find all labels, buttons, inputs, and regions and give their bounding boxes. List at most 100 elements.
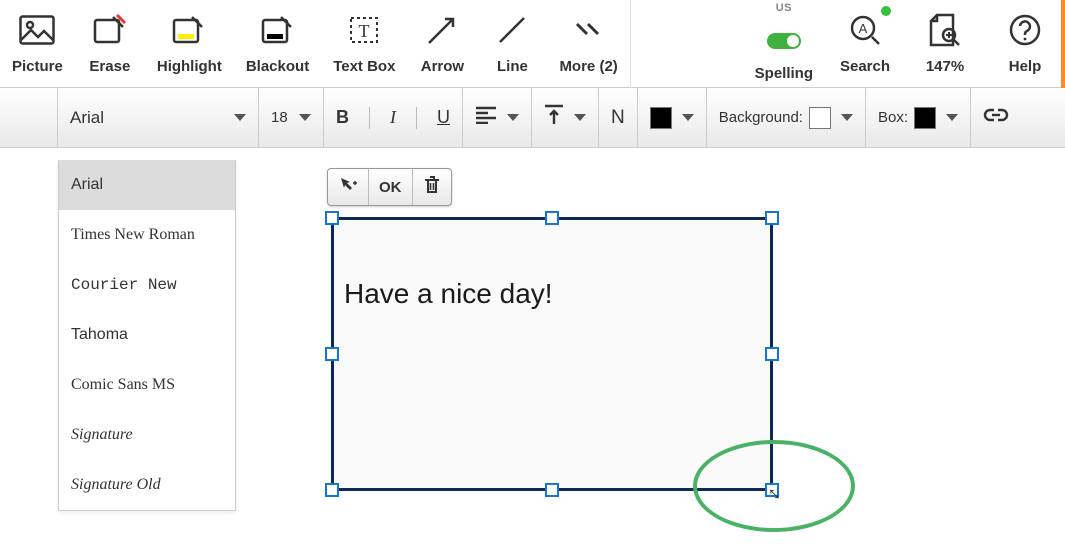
search-status-dot xyxy=(881,6,891,16)
font-option-signature-old[interactable]: Signature Old xyxy=(59,460,235,510)
textbox-mini-toolbar: OK xyxy=(327,168,452,206)
align-top-icon xyxy=(544,104,564,131)
font-option-comic[interactable]: Comic Sans MS xyxy=(59,360,235,410)
resize-handle-tl[interactable] xyxy=(325,211,339,225)
move-icon xyxy=(338,175,358,199)
arrow-button[interactable]: Arrow xyxy=(407,0,477,88)
toolbar-edit-group: Picture Erase Highlight xyxy=(0,0,631,88)
link-button[interactable] xyxy=(971,88,1021,147)
search-button[interactable]: A Search xyxy=(825,0,905,88)
font-style-group: B I U xyxy=(324,88,463,147)
resize-handle-tr[interactable] xyxy=(765,211,779,225)
toolbar-util-group: US Spelling A Search xyxy=(743,0,1065,88)
zoom-button[interactable]: 147% xyxy=(905,0,985,88)
line-button[interactable]: Line xyxy=(477,0,547,88)
arrow-label: Arrow xyxy=(421,58,464,75)
resize-handle-mr[interactable] xyxy=(765,347,779,361)
spelling-button[interactable]: US Spelling xyxy=(743,0,825,88)
zoom-icon xyxy=(923,8,967,52)
resize-handle-bl[interactable] xyxy=(325,483,339,497)
move-button[interactable] xyxy=(328,169,369,205)
textbox-label: Text Box xyxy=(333,58,395,75)
h-align-select[interactable] xyxy=(463,88,532,147)
font-family-select[interactable]: Arial xyxy=(58,88,259,147)
chevron-down-icon xyxy=(234,114,246,121)
help-button[interactable]: Help xyxy=(985,0,1065,88)
v-align-select[interactable] xyxy=(532,88,599,147)
background-color-swatch xyxy=(809,107,831,129)
erase-button[interactable]: Erase xyxy=(75,0,145,88)
box-color-select[interactable]: Box: xyxy=(866,88,971,147)
font-option-courier[interactable]: Courier New xyxy=(59,260,235,310)
help-label: Help xyxy=(1009,58,1042,75)
font-family-dropdown[interactable]: Arial Times New Roman Courier New Tahoma… xyxy=(58,160,236,511)
n-label: N xyxy=(611,107,625,129)
textbox-icon: T xyxy=(342,8,386,52)
text-color-select[interactable] xyxy=(638,88,707,147)
link-icon xyxy=(983,107,1009,128)
svg-text:T: T xyxy=(359,21,370,41)
spelling-toggle-icon xyxy=(762,20,806,59)
resize-handle-tm[interactable] xyxy=(545,211,559,225)
format-leading-cell xyxy=(0,88,58,147)
box-color-swatch xyxy=(914,107,936,129)
background-color-select[interactable]: Background: xyxy=(707,88,866,147)
chevron-down-icon xyxy=(841,114,853,121)
bold-button[interactable]: B xyxy=(336,107,349,128)
font-option-signature[interactable]: Signature xyxy=(59,410,235,460)
blackout-button[interactable]: Blackout xyxy=(234,0,321,88)
font-size-select[interactable]: 18 xyxy=(259,88,324,147)
textbox-button[interactable]: T Text Box xyxy=(321,0,407,88)
more-label: More (2) xyxy=(559,58,617,75)
box-label: Box: xyxy=(878,109,908,126)
background-label: Background: xyxy=(719,109,803,126)
separator xyxy=(369,107,370,129)
align-left-icon xyxy=(475,106,497,129)
zoom-label: 147% xyxy=(926,58,964,75)
highlight-button[interactable]: Highlight xyxy=(145,0,234,88)
main-toolbar: Picture Erase Highlight xyxy=(0,0,1065,88)
font-option-times[interactable]: Times New Roman xyxy=(59,210,235,260)
line-icon xyxy=(490,8,534,52)
textbox-selection[interactable]: Have a nice day! ↔ xyxy=(326,212,778,496)
chevron-down-icon xyxy=(682,114,694,121)
resize-handle-ml[interactable] xyxy=(325,347,339,361)
picture-button[interactable]: Picture xyxy=(0,0,75,88)
more-icon xyxy=(567,8,611,52)
delete-button[interactable] xyxy=(413,169,451,205)
separator xyxy=(416,107,417,129)
font-option-arial[interactable]: Arial xyxy=(59,160,235,210)
spelling-lang: US xyxy=(776,2,792,14)
chevron-down-icon xyxy=(299,114,311,121)
resize-handle-br[interactable] xyxy=(765,483,779,497)
resize-handle-bm[interactable] xyxy=(545,483,559,497)
chevron-down-icon xyxy=(507,114,519,121)
ok-button[interactable]: OK xyxy=(369,169,413,205)
picture-label: Picture xyxy=(12,58,63,75)
n-button[interactable]: N xyxy=(599,88,638,147)
line-label: Line xyxy=(497,58,528,75)
text-color-swatch xyxy=(650,107,672,129)
arrow-icon xyxy=(420,8,464,52)
highlight-label: Highlight xyxy=(157,58,222,75)
toggle-switch-icon xyxy=(767,33,801,49)
italic-button[interactable]: I xyxy=(390,107,396,128)
trash-icon xyxy=(423,175,441,199)
blackout-icon xyxy=(256,8,300,52)
help-icon xyxy=(1003,8,1047,52)
blackout-label: Blackout xyxy=(246,58,309,75)
textbox-content[interactable]: Have a nice day! xyxy=(331,217,773,491)
font-size-value: 18 xyxy=(271,109,288,126)
erase-icon xyxy=(88,8,132,52)
svg-text:A: A xyxy=(859,21,868,36)
more-button[interactable]: More (2) xyxy=(547,0,629,88)
search-icon: A xyxy=(843,8,887,52)
erase-label: Erase xyxy=(89,58,130,75)
underline-button[interactable]: U xyxy=(437,107,450,128)
spelling-label: Spelling xyxy=(755,65,813,82)
font-option-tahoma[interactable]: Tahoma xyxy=(59,310,235,360)
accent-stripe xyxy=(1061,0,1065,88)
ok-label: OK xyxy=(379,179,402,196)
font-family-value: Arial xyxy=(70,108,104,128)
format-toolbar: Arial 18 B I U xyxy=(0,88,1065,148)
